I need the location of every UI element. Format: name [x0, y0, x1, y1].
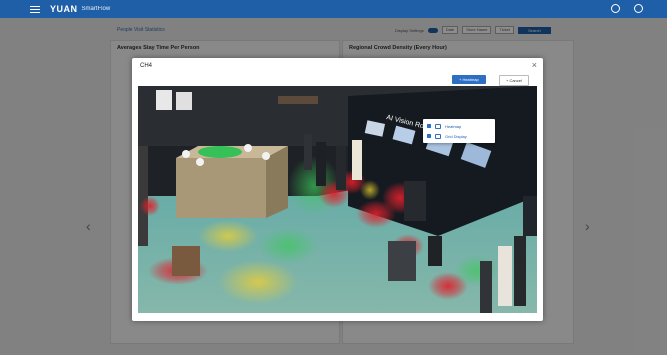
display-options-dropdown: Heatmap Grid Display — [423, 119, 495, 143]
brand-logo: YUAN — [50, 4, 78, 14]
settings-icon[interactable] — [611, 4, 620, 13]
close-icon[interactable]: × — [532, 60, 537, 70]
cancel-button[interactable]: + Cancel — [499, 75, 529, 86]
camera-feed: AI Vision Robotics Heatmap Grid Display — [138, 86, 537, 313]
option-grid-display-label: Grid Display — [445, 133, 467, 139]
camera-modal: CH4 × + Heatmap + Cancel AI Vision Robot… — [132, 58, 543, 321]
menu-icon[interactable] — [30, 4, 40, 15]
checkbox-heatmap[interactable] — [427, 124, 431, 128]
checkbox-grid-display[interactable] — [427, 134, 431, 138]
user-icon[interactable] — [634, 4, 643, 13]
option-heatmap-label: Heatmap — [445, 123, 462, 129]
modal-title: CH4 — [140, 63, 153, 69]
heatmap-icon — [435, 123, 441, 129]
heatmap-button[interactable]: + Heatmap — [452, 75, 486, 84]
option-heatmap[interactable]: Heatmap — [427, 121, 461, 131]
grid-icon — [435, 133, 441, 139]
option-grid-display[interactable]: Grid Display — [427, 131, 467, 141]
app-topbar: YUAN SmartFlow — [0, 0, 667, 18]
product-name: SmartFlow — [81, 6, 111, 12]
